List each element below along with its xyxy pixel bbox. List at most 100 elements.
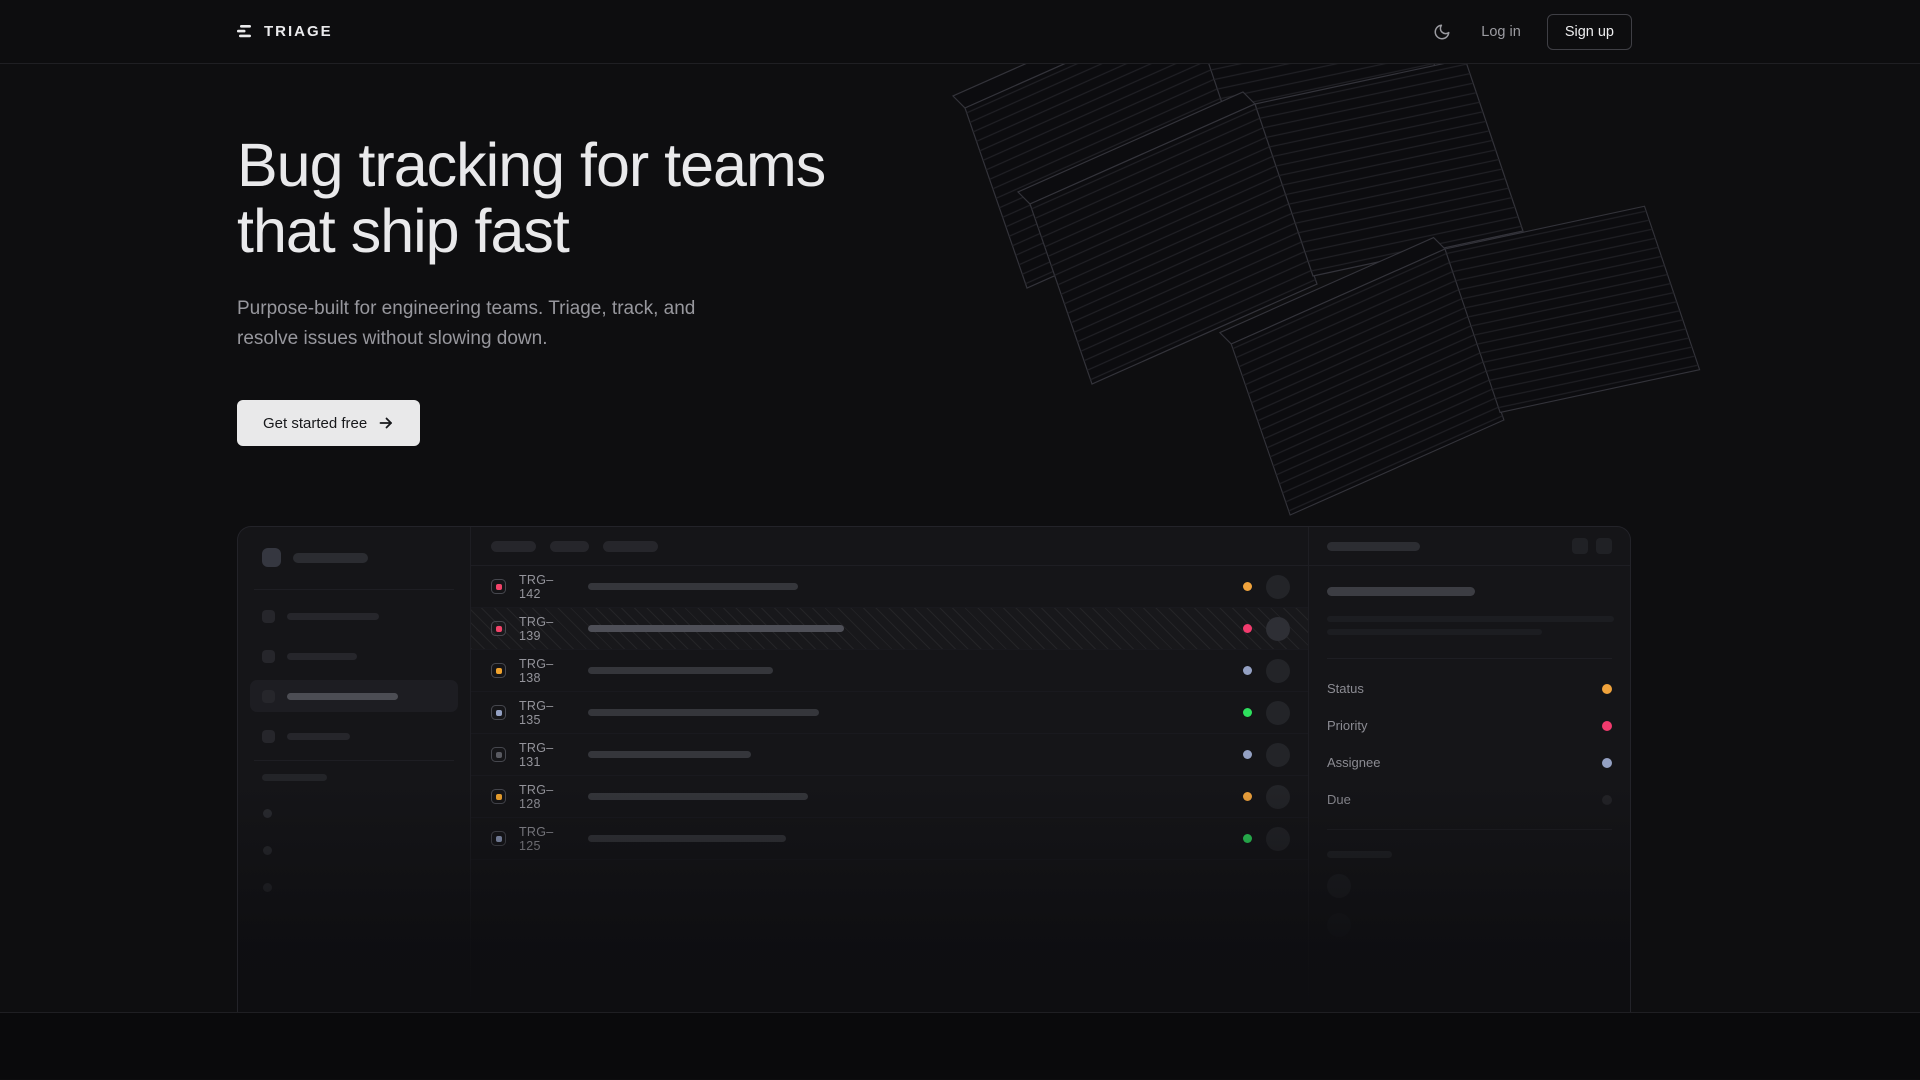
panel-field-row: Priority (1327, 707, 1612, 744)
skeleton-bar (1327, 587, 1475, 596)
mockup-nav-item-selected (250, 680, 458, 712)
brand-name: TRIAGE (264, 23, 333, 40)
brand-logo[interactable]: TRIAGE (237, 23, 333, 40)
title-line-1: Bug tracking for teams (237, 131, 825, 199)
issue-priority-dot (1243, 834, 1252, 843)
field-value-dot (1602, 684, 1612, 694)
skeleton-bar (588, 625, 844, 632)
field-label: Assignee (1327, 755, 1380, 770)
issue-id: TRG–135 (519, 699, 575, 727)
nav-actions: Log in Sign up (1429, 14, 1632, 50)
mockup-workspace-row (238, 527, 470, 567)
issue-priority-dot (1243, 666, 1252, 675)
title-line-2: that ship fast (237, 197, 569, 265)
nav-item-icon (262, 610, 275, 623)
signup-button[interactable]: Sign up (1547, 14, 1632, 50)
mockup-issue-list: TRG–142 TRG–139 TRG–138 TRG–135 TRG–131 … (471, 527, 1308, 1013)
page-title: Bug tracking for teams that ship fast (237, 132, 825, 264)
skeleton-bar (1327, 616, 1614, 622)
workspace-avatar (262, 548, 281, 567)
field-value-dot (1602, 795, 1612, 805)
issue-row: TRG–142 (471, 566, 1308, 608)
skeleton-bar (1327, 542, 1420, 551)
divider (254, 760, 454, 761)
login-link[interactable]: Log in (1481, 24, 1521, 40)
issue-status-icon (491, 663, 506, 678)
skeleton-bar (588, 583, 798, 590)
mockup-nav-item (250, 640, 458, 672)
panel-field-row: Due (1327, 781, 1612, 818)
issue-rows: TRG–142 TRG–139 TRG–138 TRG–135 TRG–131 … (471, 566, 1308, 860)
issue-priority-dot (1243, 708, 1252, 717)
divider (1327, 829, 1612, 830)
skeleton-dot (263, 883, 272, 892)
issue-row: TRG–131 (471, 734, 1308, 776)
avatar (1266, 575, 1290, 599)
mockup-detail-panel: Status Priority Assignee Due (1308, 527, 1630, 1013)
avatar (1266, 827, 1290, 851)
field-label: Priority (1327, 718, 1367, 733)
footer-section (0, 1013, 1920, 1079)
issue-id: TRG–142 (519, 573, 575, 601)
skeleton-tab (491, 541, 536, 552)
skeleton-bar (588, 835, 786, 842)
issue-row: TRG–125 (471, 818, 1308, 860)
arrow-right-icon (378, 415, 394, 431)
triage-bars-icon (237, 24, 253, 39)
issue-status-icon (491, 747, 506, 762)
issue-priority-dot (1243, 624, 1252, 633)
field-label: Status (1327, 681, 1364, 696)
issue-row: TRG–135 (471, 692, 1308, 734)
panel-action-square (1572, 538, 1588, 554)
skeleton-tab (603, 541, 658, 552)
mockup-nav-item (250, 720, 458, 752)
issue-row: TRG–138 (471, 650, 1308, 692)
hero-section: Bug tracking for teams that ship fast Pu… (0, 64, 1920, 1013)
issue-id: TRG–139 (519, 615, 575, 643)
issue-id: TRG–138 (519, 657, 575, 685)
avatar (1327, 874, 1351, 898)
skeleton-tab (550, 541, 589, 552)
panel-field-row: Status (1327, 670, 1612, 707)
skeleton-bar (262, 774, 327, 781)
cta-label: Get started free (263, 415, 367, 432)
hero-subtitle: Purpose-built for engineering teams. Tri… (237, 294, 717, 354)
issue-id: TRG–131 (519, 741, 575, 769)
field-label: Due (1327, 792, 1351, 807)
skeleton-bar (287, 653, 357, 660)
skeleton-bar (1327, 629, 1542, 635)
mockup-nav-item (250, 600, 458, 632)
mockup-sidebar (238, 527, 471, 1013)
issue-status-icon (491, 831, 506, 846)
mockup-list-header (471, 527, 1308, 566)
issue-status-icon (491, 579, 506, 594)
panel-action-square (1596, 538, 1612, 554)
issue-priority-dot (1243, 582, 1252, 591)
panel-header (1309, 527, 1630, 566)
skeleton-bar (588, 793, 808, 800)
skeleton-dot (263, 809, 272, 818)
skeleton-dot (263, 846, 272, 855)
issue-priority-dot (1243, 750, 1252, 759)
avatar (1327, 913, 1351, 937)
nav-item-icon (262, 650, 275, 663)
theme-toggle-button[interactable] (1429, 19, 1455, 45)
issue-status-icon (491, 621, 506, 636)
top-nav: TRIAGE Log in Sign up (0, 0, 1920, 64)
skeleton-bar (287, 613, 379, 620)
skeleton-bar (1327, 851, 1392, 858)
skeleton-bar (293, 553, 368, 563)
field-value-dot (1602, 721, 1612, 731)
skeleton-bar (588, 751, 751, 758)
avatar (1266, 743, 1290, 767)
issue-row: TRG–139 (471, 608, 1308, 650)
avatar (1266, 785, 1290, 809)
panel-fields: Status Priority Assignee Due (1327, 670, 1612, 818)
avatar (1266, 617, 1290, 641)
issue-row: TRG–128 (471, 776, 1308, 818)
issue-status-icon (491, 789, 506, 804)
get-started-button[interactable]: Get started free (237, 400, 420, 446)
skeleton-bar (287, 693, 398, 700)
skeleton-bar (588, 709, 819, 716)
issue-id: TRG–128 (519, 783, 575, 811)
